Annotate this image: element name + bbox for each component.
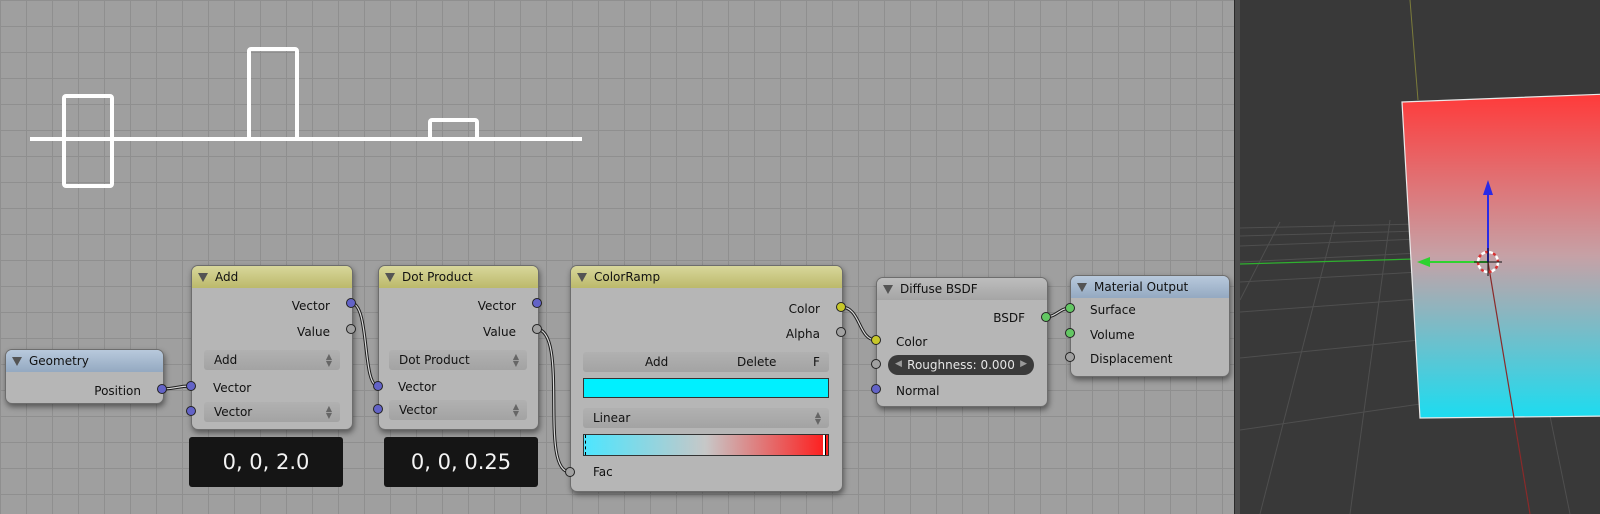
- collapse-triangle-icon[interactable]: [198, 272, 208, 282]
- diffuse-input-socket-normal[interactable]: [871, 384, 881, 394]
- colorramp-node[interactable]: ColorRamp Color Alpha Add Delete F Linea…: [570, 265, 843, 492]
- node-title: Geometry: [29, 354, 89, 368]
- dot-input-socket-vector-2[interactable]: [373, 404, 383, 414]
- add-node-header[interactable]: Add: [192, 266, 352, 288]
- socket-label-value-out: Value: [483, 325, 516, 339]
- roughness-value: Roughness: 0.000: [907, 358, 1015, 372]
- add-output-socket-vector[interactable]: [346, 298, 356, 308]
- socket-label-vector-out: Vector: [291, 299, 330, 313]
- colorramp-output-socket-alpha[interactable]: [836, 327, 846, 337]
- updown-arrows-icon: ▲ ▼: [325, 404, 332, 420]
- vector-field-label: Vector: [214, 405, 253, 419]
- dot-product-node-header[interactable]: Dot Product: [379, 266, 538, 288]
- socket-label-vector-in1: Vector: [398, 380, 437, 394]
- output-socket-position[interactable]: [157, 384, 167, 394]
- geometry-node[interactable]: Geometry Position: [5, 349, 164, 404]
- colorramp-output-socket-color[interactable]: [836, 302, 846, 312]
- socket-label-color-in: Color: [896, 335, 928, 349]
- gradient-plane: [1401, 93, 1600, 419]
- interpolation-select[interactable]: Linear ▲ ▼: [583, 408, 829, 428]
- diffuse-bsdf-node[interactable]: Diffuse BSDF BSDF Color ◀ Roughness: 0.0…: [876, 277, 1048, 407]
- interpolation-value: Linear: [593, 411, 631, 425]
- colorramp-input-socket-fac[interactable]: [565, 467, 575, 477]
- add-value-box: 0, 0, 2.0: [189, 437, 343, 487]
- viewport-scene: [1240, 0, 1600, 514]
- ramp-stop-handle-right[interactable]: [823, 435, 826, 455]
- diffuse-input-socket-color[interactable]: [871, 335, 881, 345]
- dot-product-node[interactable]: Dot Product Vector Value Dot Product ▲ ▼ …: [378, 265, 539, 430]
- socket-label-bsdf-out: BSDF: [993, 311, 1025, 325]
- ramp-stop-handle-left[interactable]: [585, 435, 588, 455]
- color-ramp-gradient[interactable]: [583, 434, 829, 456]
- waveform-sketch: [30, 47, 582, 188]
- collapse-triangle-icon[interactable]: [577, 272, 587, 282]
- collapse-triangle-icon[interactable]: [12, 356, 22, 366]
- dot-output-socket-value[interactable]: [532, 324, 542, 334]
- socket-label-vector-out: Vector: [477, 299, 516, 313]
- node-title: Material Output: [1094, 280, 1189, 294]
- diffuse-output-socket-bsdf[interactable]: [1041, 312, 1051, 322]
- active-stop-color-swatch[interactable]: [583, 378, 829, 398]
- diffuse-bsdf-node-header[interactable]: Diffuse BSDF: [877, 278, 1047, 300]
- updown-arrows-icon: ▲ ▼: [512, 402, 519, 418]
- operation-select[interactable]: Dot Product ▲ ▼: [389, 350, 527, 370]
- node-title: Diffuse BSDF: [900, 282, 978, 296]
- output-input-socket-displacement[interactable]: [1065, 352, 1075, 362]
- add-input-socket-vector-2[interactable]: [186, 406, 196, 416]
- updown-arrows-icon: ▲ ▼: [512, 352, 519, 368]
- socket-label-surface-in: Surface: [1090, 303, 1136, 317]
- operation-value: Dot Product: [399, 353, 470, 367]
- decrement-arrow-icon[interactable]: ◀: [895, 359, 902, 369]
- vector-input-field[interactable]: Vector ▲ ▼: [389, 400, 527, 420]
- diffuse-input-socket-roughness[interactable]: [871, 359, 881, 369]
- socket-label-volume-in: Volume: [1090, 328, 1135, 342]
- geometry-node-header[interactable]: Geometry: [6, 350, 163, 372]
- flip-ramp-button[interactable]: F: [813, 355, 820, 369]
- node-editor[interactable]: Geometry Position Add Vector Value Add ▲…: [0, 0, 1234, 514]
- 3d-viewport[interactable]: [1240, 0, 1600, 514]
- operation-value: Add: [214, 353, 238, 367]
- material-output-node-header[interactable]: Material Output: [1071, 276, 1229, 298]
- add-node[interactable]: Add Vector Value Add ▲ ▼ Vector Vector ▲ ▼: [191, 265, 353, 430]
- add-input-socket-vector-1[interactable]: [186, 381, 196, 391]
- socket-label-color-out: Color: [788, 302, 820, 316]
- socket-label-vector-in1: Vector: [213, 381, 252, 395]
- vector-input-field[interactable]: Vector ▲ ▼: [204, 402, 340, 422]
- output-input-socket-volume[interactable]: [1065, 328, 1075, 338]
- node-title: Dot Product: [402, 270, 473, 284]
- node-title: ColorRamp: [594, 270, 661, 284]
- collapse-triangle-icon[interactable]: [385, 272, 395, 282]
- vector-field-label: Vector: [399, 403, 438, 417]
- collapse-triangle-icon[interactable]: [883, 284, 893, 294]
- updown-arrows-icon: ▲ ▼: [325, 352, 332, 368]
- roughness-slider[interactable]: ◀ Roughness: 0.000 ▶: [888, 355, 1034, 375]
- material-output-node[interactable]: Material Output Surface Volume Displacem…: [1070, 275, 1230, 377]
- output-input-socket-surface[interactable]: [1065, 303, 1075, 313]
- updown-arrows-icon: ▲ ▼: [814, 410, 821, 426]
- dot-output-socket-vector[interactable]: [532, 298, 542, 308]
- socket-label-normal-in: Normal: [896, 384, 940, 398]
- dot-value-box: 0, 0, 0.25: [384, 437, 538, 487]
- socket-label-fac: Fac: [593, 465, 613, 479]
- socket-label-position: Position: [94, 384, 141, 398]
- socket-label-displacement-in: Displacement: [1090, 352, 1173, 366]
- add-stop-button[interactable]: Add: [645, 355, 668, 369]
- increment-arrow-icon[interactable]: ▶: [1020, 359, 1027, 369]
- colorramp-node-header[interactable]: ColorRamp: [571, 266, 842, 288]
- socket-label-alpha-out: Alpha: [785, 327, 820, 341]
- add-output-socket-value[interactable]: [346, 324, 356, 334]
- collapse-triangle-icon[interactable]: [1077, 282, 1087, 292]
- delete-stop-button[interactable]: Delete: [737, 355, 776, 369]
- socket-label-value-out: Value: [297, 325, 330, 339]
- dot-input-socket-vector-1[interactable]: [373, 381, 383, 391]
- node-title: Add: [215, 270, 239, 284]
- operation-select[interactable]: Add ▲ ▼: [204, 350, 340, 370]
